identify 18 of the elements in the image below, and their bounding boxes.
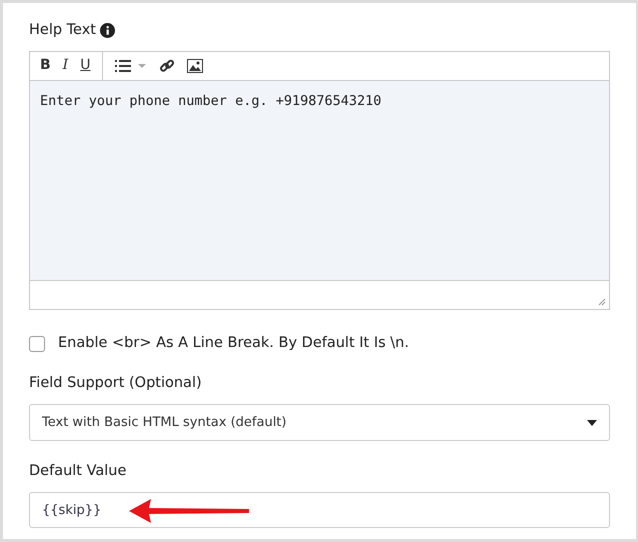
checkbox-label: Enable <br> As A Line Break. By Default It Is \n. bbox=[58, 334, 409, 353]
info-icon bbox=[100, 23, 115, 38]
field-label: Help Text bbox=[29, 21, 96, 40]
checkbox[interactable] bbox=[29, 336, 45, 352]
field-label: Default Value bbox=[29, 462, 128, 482]
select-field[interactable]: Text with Basic HTML syntax (default) bbox=[29, 404, 610, 442]
input-field[interactable]: {{skip}} bbox=[29, 492, 610, 528]
link-icon bbox=[159, 58, 176, 74]
editor-text-area[interactable]: Enter your phone number e.g. +919876543210 bbox=[30, 80, 609, 281]
resize-handle-icon[interactable] bbox=[598, 298, 606, 306]
list-icon bbox=[115, 60, 132, 72]
bold-button[interactable]: B bbox=[34, 52, 57, 79]
underline-button[interactable]: U bbox=[74, 52, 96, 79]
caret-icon bbox=[587, 420, 597, 426]
italic-button[interactable]: I bbox=[56, 52, 74, 79]
field-label: Field Support (Optional) bbox=[29, 374, 203, 392]
caret-icon bbox=[137, 62, 148, 69]
image-icon bbox=[187, 58, 204, 73]
